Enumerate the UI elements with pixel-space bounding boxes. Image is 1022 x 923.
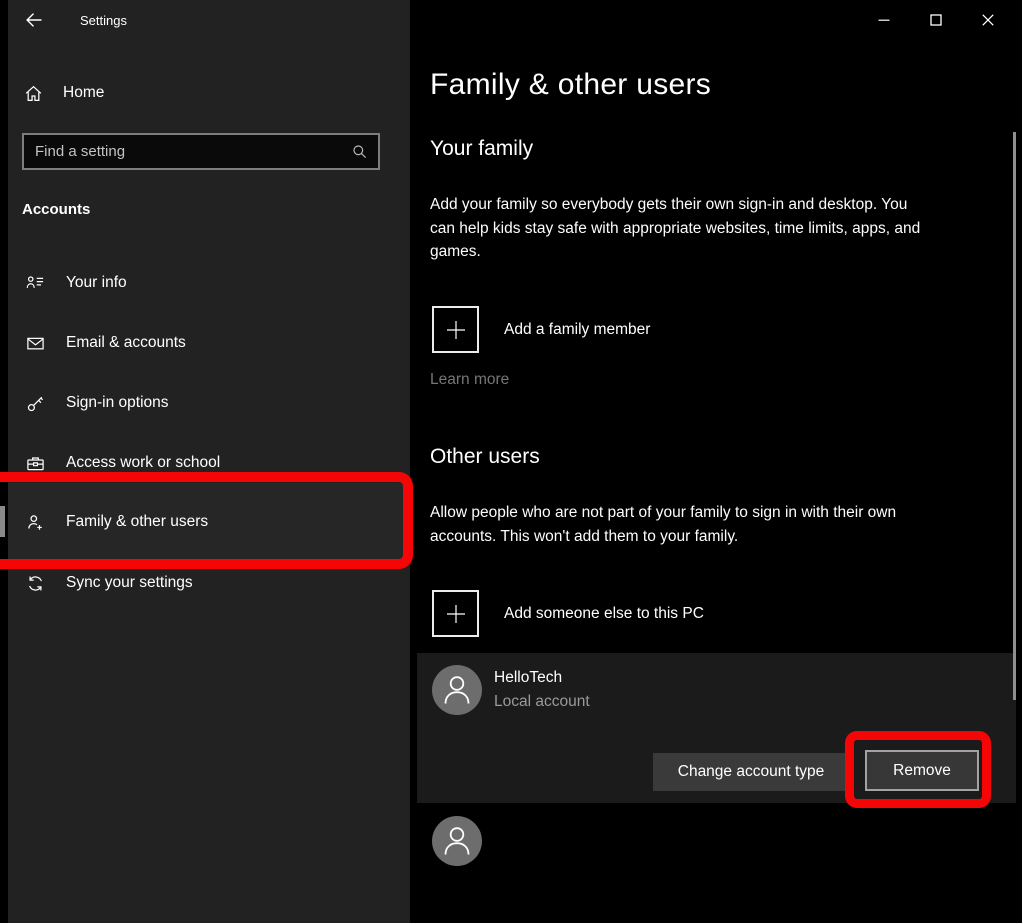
sidebar-item-family-other-users[interactable]: Family & other users xyxy=(8,500,410,544)
add-family-member-label: Add a family member xyxy=(504,321,650,339)
maximize-button[interactable] xyxy=(910,0,962,40)
selected-item-indicator xyxy=(0,506,5,537)
sidebar-item-home[interactable]: Home xyxy=(24,76,104,110)
person-icon xyxy=(432,665,482,715)
sidebar-item-your-info[interactable]: Your info xyxy=(8,261,410,305)
add-someone-else-label: Add someone else to this PC xyxy=(504,605,704,623)
search-box xyxy=(22,133,380,170)
maximize-icon xyxy=(926,10,946,30)
sidebar-item-label: Email & accounts xyxy=(66,334,186,352)
other-users-heading: Other users xyxy=(430,445,540,469)
window-controls xyxy=(858,0,1014,40)
user-account-card[interactable]: HelloTech Local account Change account t… xyxy=(417,653,1016,803)
sidebar-item-email-accounts[interactable]: Email & accounts xyxy=(8,321,410,365)
sidebar-item-label: Access work or school xyxy=(66,454,220,472)
remove-button[interactable]: Remove xyxy=(865,750,979,791)
user-avatar xyxy=(432,665,482,715)
plus-icon xyxy=(432,306,479,353)
window-edge xyxy=(0,0,8,923)
main-content: Family & other users Your family Add you… xyxy=(410,0,1022,923)
close-button[interactable] xyxy=(962,0,1014,40)
search-icon[interactable] xyxy=(351,143,378,160)
second-user-avatar[interactable] xyxy=(432,816,482,866)
user-account-type: Local account xyxy=(494,693,590,711)
sidebar-item-label: Family & other users xyxy=(66,513,208,531)
close-icon xyxy=(978,10,998,30)
section-header-accounts: Accounts xyxy=(22,201,90,218)
vertical-scrollbar[interactable] xyxy=(1013,132,1016,700)
learn-more-link[interactable]: Learn more xyxy=(430,371,509,389)
contact-card-icon xyxy=(24,274,46,293)
titlebar: Settings xyxy=(22,8,127,32)
your-family-description: Add your family so everybody gets their … xyxy=(430,193,990,264)
sync-icon xyxy=(24,574,46,593)
app-title: Settings xyxy=(80,13,127,28)
add-family-member-button[interactable]: Add a family member xyxy=(432,306,650,353)
change-account-type-button[interactable]: Change account type xyxy=(653,753,849,791)
sidebar-item-sync-settings[interactable]: Sync your settings xyxy=(8,561,410,605)
email-icon xyxy=(24,334,46,353)
your-family-heading: Your family xyxy=(430,137,533,161)
add-someone-else-button[interactable]: Add someone else to this PC xyxy=(432,590,704,637)
briefcase-icon xyxy=(24,454,46,473)
sidebar-item-sign-in-options[interactable]: Sign-in options xyxy=(8,381,410,425)
sidebar-item-label: Your info xyxy=(66,274,127,292)
search-input[interactable] xyxy=(24,143,351,160)
person-add-icon xyxy=(24,513,46,532)
settings-window: Settings Home Accounts xyxy=(0,0,1022,923)
sidebar-item-access-work-school[interactable]: Access work or school xyxy=(8,441,410,485)
minimize-button[interactable] xyxy=(858,0,910,40)
back-button[interactable] xyxy=(22,8,46,32)
sidebar: Settings Home Accounts xyxy=(8,0,410,923)
key-icon xyxy=(24,394,46,413)
back-arrow-icon xyxy=(24,10,44,30)
plus-icon xyxy=(432,590,479,637)
home-icon xyxy=(24,84,43,103)
minimize-icon xyxy=(874,10,894,30)
sidebar-item-label: Sync your settings xyxy=(66,574,193,592)
home-label: Home xyxy=(63,84,104,102)
person-icon xyxy=(432,816,482,866)
sidebar-item-label: Sign-in options xyxy=(66,394,169,412)
user-name: HelloTech xyxy=(494,669,562,687)
page-title: Family & other users xyxy=(430,68,711,102)
other-users-description: Allow people who are not part of your fa… xyxy=(430,501,990,548)
